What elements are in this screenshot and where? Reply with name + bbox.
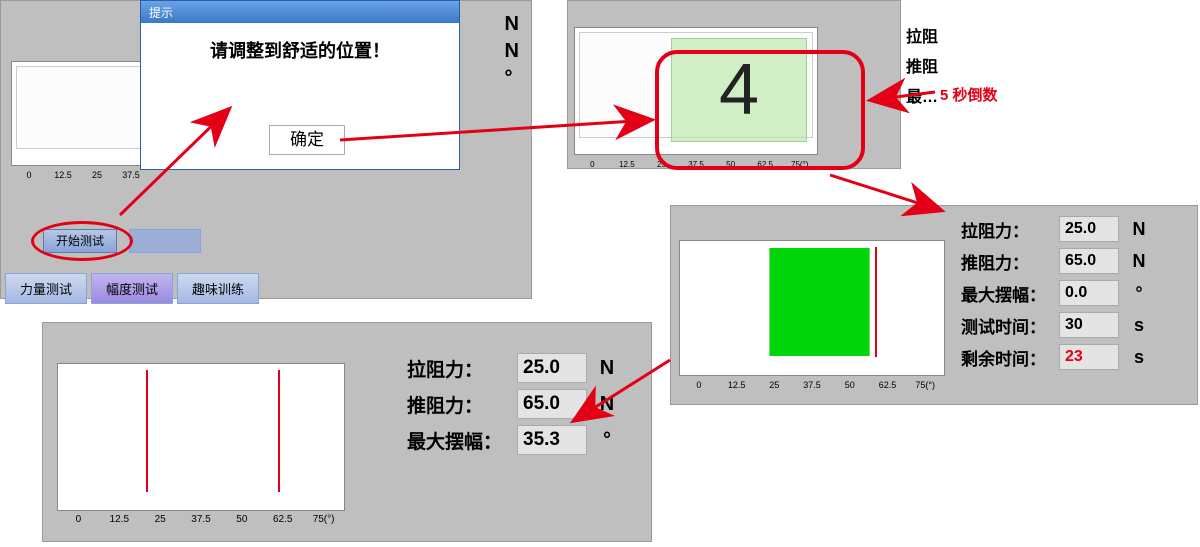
start-test-button[interactable]: 开始测试 [43, 229, 117, 253]
maxamp-unit: ° [1125, 283, 1153, 304]
tab-strength[interactable]: 力量测试 [5, 273, 87, 304]
dialog-message: 请调整到舒适的位置！ [141, 23, 459, 63]
dialog-title: 提示 [141, 1, 459, 23]
unit-readout: N N ° [505, 13, 519, 94]
disabled-button [129, 229, 201, 253]
metrics-final: 拉阻力： 25.0 N 推阻力： 65.0 N 最大摆幅： 35.3 ° [407, 353, 621, 461]
pull-value-f: 25.0 [517, 353, 587, 383]
dialog-ok-button[interactable]: 确定 [269, 125, 345, 155]
target-line [875, 247, 877, 357]
pull-value: 25.0 [1059, 216, 1119, 242]
metrics-live: 拉阻力： 25.0 N 推阻力： 65.0 N 最大摆幅： 0.0 ° 测试时间… [961, 216, 1153, 376]
push-unit-f: N [593, 393, 621, 416]
axis-labels-3: 0 12.5 25 37.5 50 62.5 75(°) [680, 380, 944, 390]
marker-right [278, 370, 280, 492]
annotation-label-countdown: 5 秒倒数 [940, 84, 998, 105]
tab-fun[interactable]: 趣味训练 [177, 273, 259, 304]
chart-small: 0 12.5 25 37.5 [11, 61, 149, 166]
time-label: 测试时间： [961, 313, 1059, 338]
time-unit: s [1125, 315, 1153, 336]
panel-results-final: 0 12.5 25 37.5 50 62.5 75(°) 拉阻力： 25.0 N… [42, 322, 652, 542]
axis-labels-4: 0 12.5 25 37.5 50 62.5 75(°) [58, 514, 344, 525]
panel-results-live: 0 12.5 25 37.5 50 62.5 75(°) 拉阻力： 25.0 N… [670, 205, 1198, 405]
countdown-number: 4 [671, 38, 807, 142]
unit-n: N [505, 13, 519, 36]
unit-n2: N [505, 40, 519, 63]
pull-unit-f: N [593, 357, 621, 380]
remain-value: 23 [1059, 344, 1119, 370]
push-value: 65.0 [1059, 248, 1119, 274]
push-value-f: 65.0 [517, 389, 587, 419]
axis-labels-2: 0 12.5 25 37.5 50 62.5 75(°) [575, 160, 817, 169]
time-value: 30 [1059, 312, 1119, 338]
maxamp-label: 最大摆幅： [961, 281, 1059, 306]
chart-live: 0 12.5 25 37.5 50 62.5 75(°) [679, 240, 945, 376]
chart-countdown: 4 0 12.5 25 37.5 50 62.5 75(°) [574, 27, 818, 155]
remain-unit: s [1125, 347, 1153, 368]
mode-tabs: 力量测试 幅度测试 趣味训练 [5, 273, 259, 304]
panel-countdown: 4 0 12.5 25 37.5 50 62.5 75(°) 拉阻 推阻 最… [567, 0, 901, 169]
pull-unit: N [1125, 219, 1153, 240]
push-label-f: 推阻力： [407, 391, 517, 418]
range-green-block [769, 248, 870, 356]
remain-label: 剩余时间： [961, 345, 1059, 370]
prompt-dialog: 提示 请调整到舒适的位置！ 确定 [140, 0, 460, 170]
axis-labels: 0 12.5 25 37.5 [12, 170, 148, 180]
push-label: 推阻力： [961, 249, 1059, 274]
maxamp-value: 0.0 [1059, 280, 1119, 306]
maxamp-unit-f: ° [593, 429, 621, 452]
pull-label: 拉阻力： [961, 217, 1059, 242]
push-unit: N [1125, 251, 1153, 272]
marker-left [146, 370, 148, 492]
maxamp-value-f: 35.3 [517, 425, 587, 455]
tab-range[interactable]: 幅度测试 [91, 273, 173, 304]
unit-deg: ° [505, 67, 519, 90]
chart-final: 0 12.5 25 37.5 50 62.5 75(°) [57, 363, 345, 511]
pull-label-f: 拉阻力： [407, 355, 517, 382]
maxamp-label-f: 最大摆幅： [407, 427, 517, 454]
